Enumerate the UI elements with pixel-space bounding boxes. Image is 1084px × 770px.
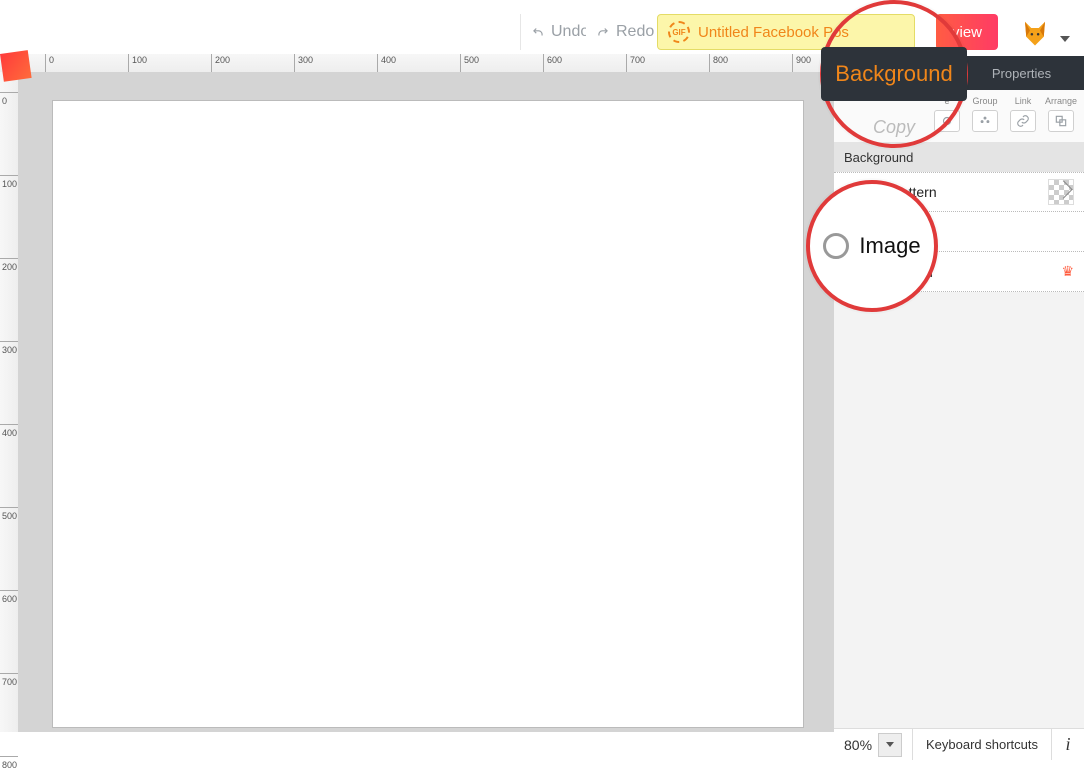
- tab-properties[interactable]: Properties: [959, 56, 1084, 90]
- document-title-text: Untitled Facebook Pos: [698, 24, 849, 41]
- redo-button[interactable]: Redo: [586, 14, 665, 50]
- row-image-label: Image: [844, 224, 883, 240]
- tool-e[interactable]: e: [930, 96, 964, 132]
- right-panel: Background Properties e Group Link Arran…: [834, 56, 1084, 736]
- redo-label: Redo: [616, 23, 654, 41]
- info-button[interactable]: i: [1052, 734, 1084, 755]
- footer-bar: 80% Keyboard shortcuts i: [834, 728, 1084, 760]
- row-gradient-pattern[interactable]: dient & Pattern: [834, 172, 1084, 212]
- tool-arrange[interactable]: Arrange: [1044, 96, 1078, 132]
- user-avatar[interactable]: [1020, 18, 1050, 48]
- tool-link[interactable]: Link: [1006, 96, 1040, 132]
- preview-button[interactable]: view: [936, 14, 998, 50]
- user-menu-chevron-icon[interactable]: [1060, 36, 1070, 42]
- tab-background[interactable]: Background: [834, 56, 959, 90]
- document-title-input[interactable]: GIF Untitled Facebook Pos: [657, 14, 915, 50]
- row-image[interactable]: Image: [834, 212, 1084, 252]
- tool-group[interactable]: Group: [968, 96, 1002, 132]
- row-transparent-label: nt background: [844, 264, 933, 280]
- ruler-horizontal: 0 100 200 300 400 500 600 700 800 900: [0, 54, 834, 72]
- redo-icon: [596, 25, 610, 39]
- fox-icon: [1020, 18, 1050, 48]
- canvas[interactable]: [52, 100, 804, 728]
- ruler-vertical: 0 100 200 300 400 500 600 700 800: [0, 72, 18, 732]
- section-head-background: Background: [834, 142, 1084, 172]
- undo-label: Undo: [551, 23, 589, 41]
- keyboard-shortcuts-button[interactable]: Keyboard shortcuts: [913, 729, 1052, 760]
- ruler-corner: [0, 50, 32, 82]
- toolbar-row: e Group Link Arrange: [834, 90, 1084, 142]
- gradient-swatch: [1048, 179, 1074, 205]
- row-transparent-bg[interactable]: nt background ♛: [834, 252, 1084, 292]
- row-gradient-label: dient & Pattern: [844, 184, 937, 200]
- zoom-level[interactable]: 80%: [834, 729, 913, 760]
- zoom-dropdown-icon[interactable]: [878, 733, 902, 757]
- undo-icon: [531, 25, 545, 39]
- premium-crown-icon: ♛: [1061, 263, 1074, 280]
- gif-icon: GIF: [668, 21, 690, 43]
- workspace: [18, 72, 834, 732]
